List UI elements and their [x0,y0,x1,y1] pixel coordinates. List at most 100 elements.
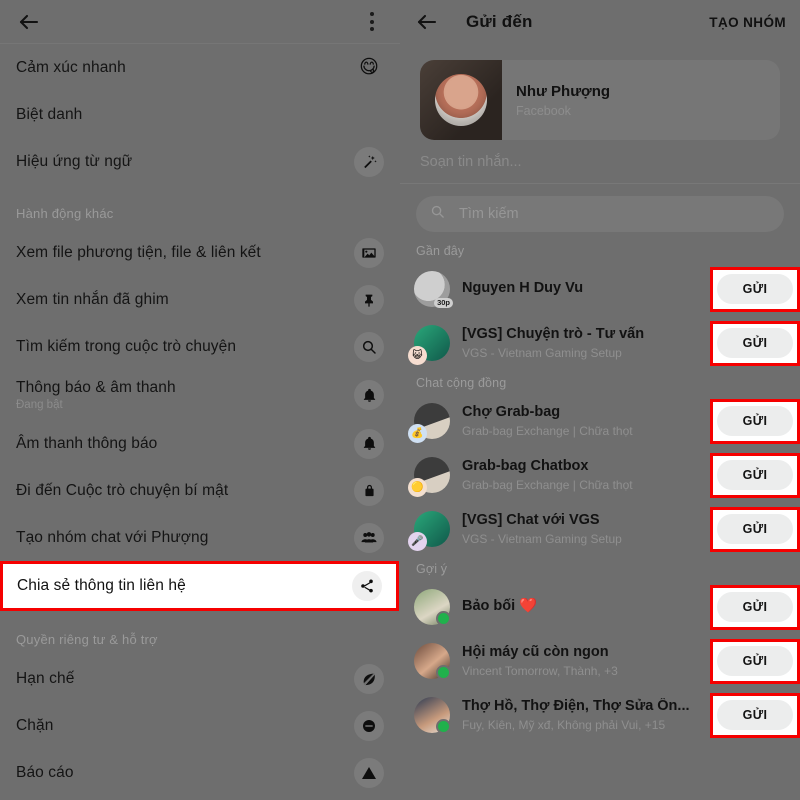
block-circle-icon [354,710,384,741]
settings-row-secret-conversation[interactable]: Đi đến Cuộc trò chuyện bí mật [0,467,400,514]
avatar-badge-icon: 🎤 [408,532,427,551]
avatar [414,697,451,734]
settings-row-label: Thông báo & âm thanh [16,378,176,396]
recipient-section-header: Chat cộng đồng [416,376,507,390]
recipient-list: Gần đây 30p Nguyen H Duy Vu GỬI 😺 [VGS] Chuyệ… [400,238,800,742]
send-button-highlight: GỬI [710,266,800,312]
send-button-highlight: GỬI [710,584,800,630]
settings-row-block[interactable]: Chặn [0,702,400,749]
recipient-texts: Nguyen H Duy Vu [450,280,710,297]
recipient-subtitle: VGS - Vietnam Gaming Setup [462,531,622,546]
settings-list: Cảm xúc nhanh 😋 Biệt danh Hiệu ứng từ ng… [0,44,400,796]
recipient-name: Chợ Grab-bag [462,404,561,421]
search-input[interactable]: Tìm kiếm [416,196,784,232]
create-group-button[interactable]: TẠO NHÓM [709,15,786,30]
media-image-icon [354,237,384,268]
recipient-row[interactable]: 😺 [VGS] Chuyện trò - Tư vấn VGS - Vietnam … [400,316,800,370]
avatar: 😺 [408,325,450,365]
settings-row-word-effects[interactable]: Hiệu ứng từ ngữ [0,138,400,185]
recipient-texts: Grab-bag Chatbox Grab-bag Exchange | Chữa… [450,458,710,492]
recipient-texts: Bảo bối ❤️ [450,598,710,615]
settings-section-other-actions: Hành động khác [16,206,114,221]
recipient-texts: Thợ Hồ, Thợ Điện, Thợ Sửa Ốn... Fuy, Kiên… [450,698,710,732]
contact-meta: Như Phượng Facebook [502,83,610,118]
recipient-row[interactable]: 30p Nguyen H Duy Vu GỬI [400,262,800,316]
settings-row-label: Biệt danh [16,105,83,123]
settings-row-label: Hiệu ứng từ ngữ [16,152,133,170]
emoji-smiling-face-icon: 😋 [359,57,379,78]
recipient-row[interactable]: 🎤 [VGS] Chat với VGS VGS - Vietnam Gaming … [400,502,800,556]
settings-row-quick-reactions[interactable]: Cảm xúc nhanh 😋 [0,44,400,91]
avatar-badge-icon: 😺 [408,346,427,365]
restrict-slashed-leaf-icon [354,663,384,694]
kebab-menu-icon[interactable] [360,9,384,35]
settings-row-notification-sound[interactable]: Âm thanh thông báo [0,420,400,467]
settings-row-label: Chia sẻ thông tin liên hệ [17,577,186,595]
recipient-row[interactable]: Thợ Hồ, Thợ Điện, Thợ Sửa Ốn... Fuy, Kiên… [400,688,800,742]
settings-row-label: Tìm kiếm trong cuộc trò chuyện [16,337,237,355]
left-panel-header [0,0,400,44]
send-button[interactable]: GỬI [717,700,793,730]
settings-row-label: Chặn [16,716,54,734]
online-status-dot [436,611,451,626]
settings-row-search-conversation[interactable]: Tìm kiếm trong cuộc trò chuyện [0,323,400,370]
settings-row-notifications-sounds[interactable]: Thông báo & âm thanh Đang bật [0,370,400,420]
send-to-header: Gửi đến TẠO NHÓM [400,0,800,44]
send-button-highlight: GỬI [710,506,800,552]
recipient-name: Hội máy cũ còn ngon [462,644,609,661]
send-button[interactable]: GỬI [717,274,793,304]
recipient-texts: Chợ Grab-bag Grab-bag Exchange | Chữa thọ… [450,404,710,438]
compose-message-input[interactable]: Soạn tin nhắn... [400,140,800,184]
send-button[interactable]: GỬI [717,460,793,490]
send-button-highlight: GỬI [710,638,800,684]
settings-row-nickname[interactable]: Biệt danh [0,91,400,138]
send-button-highlight: GỬI [710,320,800,366]
avatar-badge-icon: 🟡 [408,478,427,497]
search-icon [354,331,384,362]
avatar: 🎤 [408,511,450,551]
recipient-name: Bảo bối ❤️ [462,598,538,615]
recipient-name: [VGS] Chuyện trò - Tư vấn [462,326,645,343]
settings-row-label: Xem file phương tiện, file & liên kết [16,243,261,261]
avatar: 🟡 [408,457,450,497]
send-button[interactable]: GỬI [717,646,793,676]
recipient-name: Grab-bag Chatbox [462,458,589,475]
send-button[interactable]: GỬI [717,514,793,544]
bell-icon [354,428,384,459]
recipient-subtitle: Fuy, Kiên, Mỹ xđ, Không phải Vui, +15 [462,717,666,732]
settings-row-restrict[interactable]: Hạn chế [0,655,400,702]
recipient-row[interactable]: Hội máy cũ còn ngon Vincent Tomorrow, Thà… [400,634,800,688]
send-to-panel: Gửi đến TẠO NHÓM Như Phượng Facebook Soạ… [400,0,800,800]
settings-row-report[interactable]: Báo cáo [0,749,400,796]
lock-icon [354,475,384,506]
avatar-badge-icon: 💰 [408,424,427,443]
warning-triangle-icon [354,757,384,788]
recipient-row[interactable]: Bảo bối ❤️ GỬI [400,580,800,634]
avatar [414,589,451,626]
back-arrow-icon[interactable] [414,9,440,35]
recipient-name: Nguyen H Duy Vu [462,280,584,297]
recipient-name: [VGS] Chat với VGS [462,512,600,529]
share-icon [352,571,382,601]
story-time-badge: 30p [434,298,453,308]
recipient-row[interactable]: 🟡 Grab-bag Chatbox Grab-bag Exchange | Chữ… [400,448,800,502]
share-preview-card[interactable]: Như Phượng Facebook [420,60,780,140]
back-arrow-icon[interactable] [16,9,42,35]
settings-row-pinned-messages[interactable]: Xem tin nhắn đã ghim [0,276,400,323]
online-status-dot [436,719,451,734]
recipient-subtitle: Grab-bag Exchange | Chữa thọt [462,477,633,492]
send-button[interactable]: GỬI [717,328,793,358]
bell-icon [354,380,384,410]
send-button-highlight: GỬI [710,398,800,444]
settings-row-share-contact[interactable]: Chia sẻ thông tin liên hệ [0,561,399,611]
settings-row-label: Hạn chế [16,669,75,687]
settings-row-create-group-chat[interactable]: Tạo nhóm chat với Phượng [0,514,400,561]
recipient-row[interactable]: 💰 Chợ Grab-bag Grab-bag Exchange | Chữa th… [400,394,800,448]
send-button[interactable]: GỬI [717,592,793,622]
recipient-texts: Hội máy cũ còn ngon Vincent Tomorrow, Thà… [450,644,710,678]
recipient-texts: [VGS] Chuyện trò - Tư vấn VGS - Vietnam G… [450,326,710,360]
settings-row-view-media[interactable]: Xem file phương tiện, file & liên kết [0,229,400,276]
avatar [414,643,451,680]
send-button[interactable]: GỬI [717,406,793,436]
contact-thumbnail [420,60,502,140]
